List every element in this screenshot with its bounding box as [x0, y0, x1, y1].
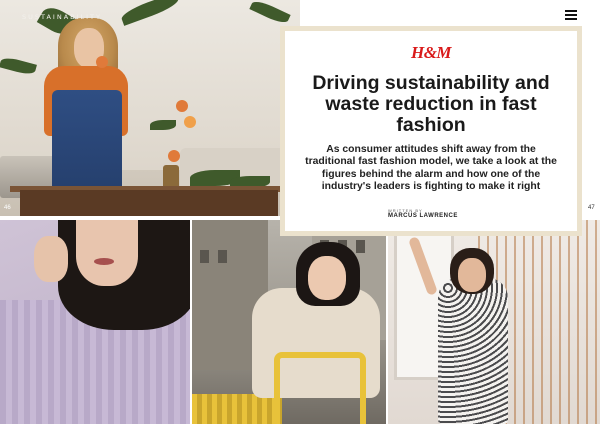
byline-author: MARCUS LAWRENCE: [388, 213, 458, 219]
article-headline: Driving sustainability and waste reducti…: [312, 72, 550, 136]
page-number-right: 47: [588, 205, 595, 211]
photo-woman-patterned-dress: [388, 220, 600, 424]
page-number-left: 46: [4, 205, 11, 211]
hamburger-menu-icon[interactable]: [565, 9, 579, 21]
article-card[interactable]: H&M Driving sustainability and waste red…: [280, 26, 582, 236]
photo-lilac-sweater: [0, 220, 190, 424]
brand-logo: H&M: [410, 43, 452, 62]
section-label: SUSTAINABILITY: [22, 13, 103, 21]
photo-woman-yellow-chair: [192, 220, 386, 424]
hero-photo-woman-with-flowers: [0, 0, 300, 216]
article-dek: As consumer attitudes shift away from th…: [305, 144, 557, 193]
